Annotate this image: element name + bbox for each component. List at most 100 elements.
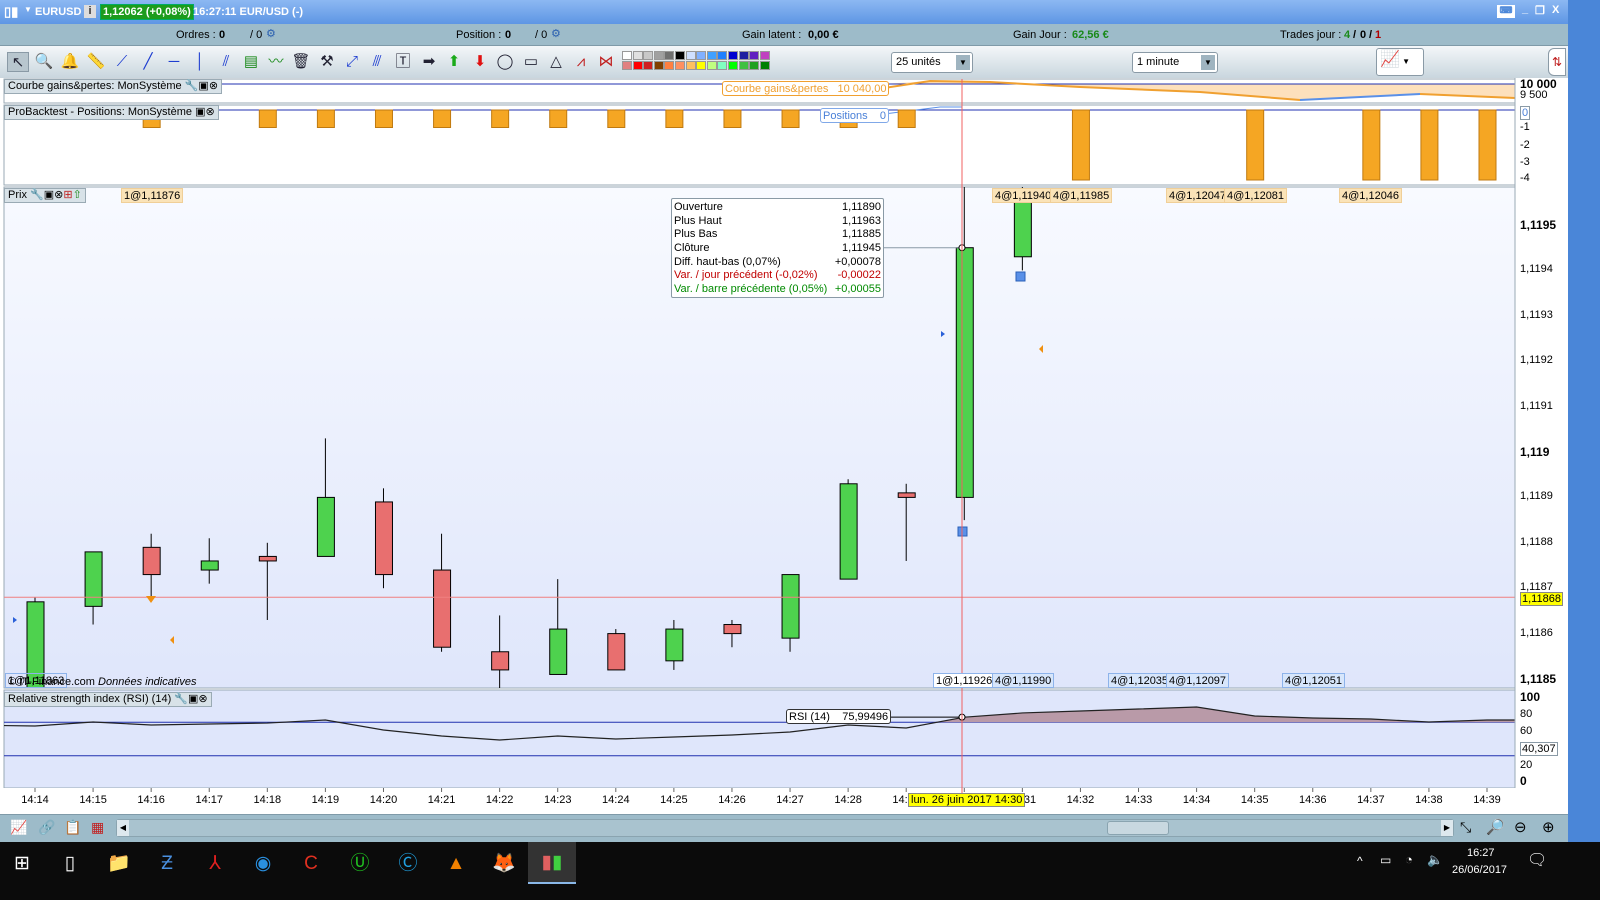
chevron-down-icon[interactable]: ▼ xyxy=(24,5,32,14)
color-swatch[interactable] xyxy=(675,51,685,60)
color-swatch[interactable] xyxy=(728,61,738,70)
window-icon[interactable]: ▣ xyxy=(44,189,54,201)
add-indicator-button[interactable]: 📈 ▼ xyxy=(1376,48,1424,76)
prorealtime-icon[interactable]: ▮▮ xyxy=(528,842,576,884)
color-swatch[interactable] xyxy=(706,51,717,60)
color-swatch[interactable] xyxy=(653,61,664,70)
wrench-icon[interactable]: 🔧 xyxy=(174,693,188,705)
zoom-fit-icon[interactable]: 🔎 xyxy=(1486,818,1505,836)
app-z-icon[interactable]: Ƶ xyxy=(149,850,185,878)
color-swatch[interactable] xyxy=(749,61,760,70)
color-swatch[interactable] xyxy=(675,61,685,70)
zoom-in-icon[interactable]: ⊕ xyxy=(1542,818,1555,836)
zoom-icon[interactable]: 🔍 xyxy=(33,52,55,72)
rectangle-icon[interactable]: ▭ xyxy=(520,52,542,72)
color-swatch[interactable] xyxy=(685,61,696,70)
positions-panel-header[interactable]: ProBacktest - Positions: MonSystème ▣⊗ xyxy=(4,105,219,120)
color-swatch[interactable] xyxy=(749,51,760,60)
regression-icon[interactable]: ▤ xyxy=(240,52,262,72)
text-icon[interactable]: 🅃 xyxy=(392,52,414,72)
horizontal-line-icon[interactable]: ─ xyxy=(163,52,185,72)
symbol-label[interactable]: EURUSD xyxy=(35,6,81,18)
scrollbar-thumb[interactable] xyxy=(1107,821,1169,835)
arrow-down-icon[interactable]: ⬇ xyxy=(469,52,491,72)
close-button[interactable]: X xyxy=(1552,4,1559,16)
export-icon[interactable]: ⇧ xyxy=(73,189,82,201)
equity-panel-header[interactable]: Courbe gains&pertes: MonSystème 🔧▣⊗ xyxy=(4,79,223,94)
clock-time[interactable]: 16:27 xyxy=(1467,847,1495,859)
color-swatch[interactable] xyxy=(622,51,632,60)
vlc-icon[interactable]: ▲ xyxy=(438,850,474,878)
fit-icon[interactable]: ⤡ xyxy=(1460,819,1471,836)
task-view-icon[interactable]: ▯ xyxy=(52,850,88,878)
color-swatch[interactable] xyxy=(643,51,654,60)
color-swatch[interactable] xyxy=(738,61,749,70)
horizontal-scrollbar[interactable]: ◀ ▶ xyxy=(116,819,1454,837)
windows-start-icon[interactable]: ⊞ xyxy=(4,850,40,878)
trash-icon[interactable]: 🗑 xyxy=(290,52,312,72)
line-icon[interactable]: ╱ xyxy=(137,52,159,72)
restore-button[interactable]: ❐ xyxy=(1535,4,1545,17)
color-swatch[interactable] xyxy=(717,61,728,70)
gear-icon[interactable]: ⚙ xyxy=(551,27,561,40)
volume-icon[interactable]: 🔈 xyxy=(1427,852,1443,868)
quantity-select[interactable]: 25 unités ▼ xyxy=(891,52,973,73)
wrench-icon[interactable]: 🔧 xyxy=(30,189,44,201)
color-swatch[interactable] xyxy=(706,61,717,70)
color-swatch[interactable] xyxy=(664,61,675,70)
ellipse-icon[interactable]: ◯ xyxy=(494,52,516,72)
chart-svg[interactable] xyxy=(0,78,1568,814)
parallel-lines-icon[interactable]: ⫻ xyxy=(366,52,388,72)
chevron-down-icon[interactable]: ▼ xyxy=(1201,55,1215,70)
color-swatch[interactable] xyxy=(653,51,664,60)
ruler-icon[interactable]: 📏 xyxy=(85,52,107,72)
battery-icon[interactable]: ▭ xyxy=(1380,853,1391,867)
pointer-icon[interactable]: ↖ xyxy=(7,52,29,72)
wifi-icon[interactable]: ◔ xyxy=(1405,852,1413,867)
arrow-up-icon[interactable]: ⬆ xyxy=(443,52,465,72)
color-swatch[interactable] xyxy=(759,61,770,70)
arrow-right-icon[interactable]: ➡ xyxy=(418,52,440,72)
add-icon[interactable]: ⊞ xyxy=(63,189,72,201)
color-swatch[interactable] xyxy=(759,51,770,60)
notifications-icon[interactable]: 🗨 xyxy=(1527,850,1547,870)
timeframe-select[interactable]: 1 minute ▼ xyxy=(1132,52,1218,73)
triangle-icon[interactable]: △ xyxy=(545,52,567,72)
color-swatch[interactable] xyxy=(696,61,707,70)
channel-icon[interactable]: ⫽ xyxy=(215,52,237,72)
segment-icon[interactable]: ⟋ xyxy=(111,52,133,72)
file-explorer-icon[interactable]: 📁 xyxy=(101,850,137,878)
window-icon[interactable]: ▣ xyxy=(188,693,198,705)
bars-icon[interactable]: ▦ xyxy=(91,819,104,836)
color-swatch[interactable] xyxy=(696,51,707,60)
window-icon[interactable]: ▣ xyxy=(195,106,205,118)
window-icon[interactable]: ▣ xyxy=(198,80,208,92)
rsi-panel-header[interactable]: Relative strength index (RSI) (14) 🔧▣⊗ xyxy=(4,692,212,707)
color-swatch[interactable] xyxy=(632,61,643,70)
vertical-line-icon[interactable]: │ xyxy=(189,52,211,72)
zigzag-icon[interactable]: ⩘ xyxy=(570,52,592,72)
link-icon[interactable]: 🔗 xyxy=(38,819,55,836)
color-swatch[interactable] xyxy=(738,51,749,60)
ccleaner-icon[interactable]: C xyxy=(293,850,329,878)
wrench-icon[interactable]: 🔧 xyxy=(185,80,199,92)
updater-icon[interactable]: Ⓒ xyxy=(390,850,426,878)
color-swatch[interactable] xyxy=(717,51,728,60)
uninstaller-icon[interactable]: Ⓤ xyxy=(342,850,378,878)
trend-channel-icon[interactable]: 〰 xyxy=(265,52,287,72)
close-panel-icon[interactable]: ⊗ xyxy=(54,189,63,201)
tray-chevron-icon[interactable]: ^ xyxy=(1357,854,1363,868)
clock-date[interactable]: 26/06/2017 xyxy=(1452,864,1507,876)
color-swatch[interactable] xyxy=(664,51,675,60)
tools-icon[interactable]: ⚒ xyxy=(316,52,338,72)
color-swatch[interactable] xyxy=(622,61,632,70)
list-icon[interactable]: 📋 xyxy=(64,819,81,836)
color-swatch[interactable] xyxy=(728,51,738,60)
chevron-down-icon[interactable]: ▼ xyxy=(956,55,970,70)
price-panel-header[interactable]: Prix 🔧▣⊗⊞⇧ xyxy=(4,188,86,203)
color-swatch[interactable] xyxy=(632,51,643,60)
pdf-reader-icon[interactable]: ⅄ xyxy=(197,850,233,878)
firefox-icon[interactable]: 🦊 xyxy=(486,850,522,878)
keyboard-icon[interactable]: ⌨ xyxy=(1497,5,1515,18)
minimize-button[interactable]: _ xyxy=(1522,3,1528,15)
